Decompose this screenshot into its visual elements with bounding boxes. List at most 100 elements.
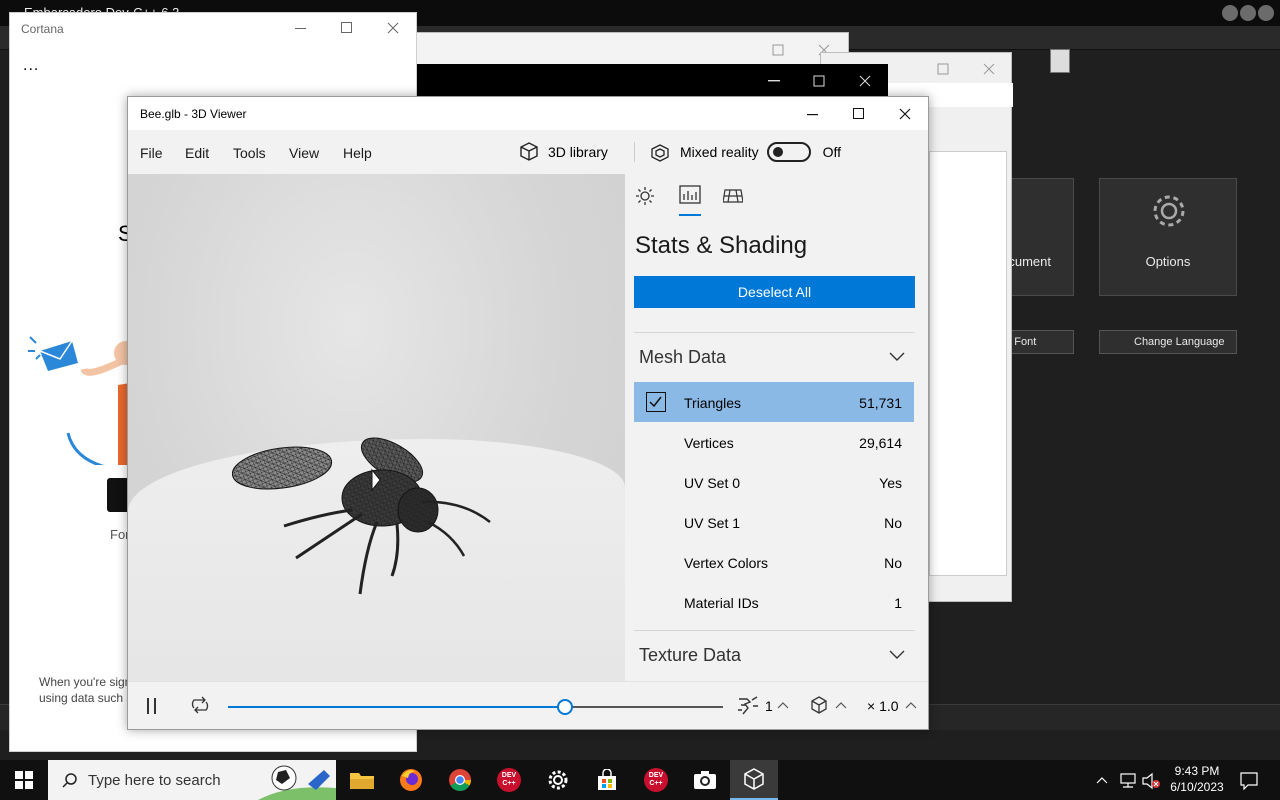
maximize-icon[interactable] (1240, 5, 1256, 21)
mixed-reality-label: Mixed reality (680, 144, 759, 160)
minimize-icon[interactable] (768, 80, 780, 82)
card-label: Options (1145, 254, 1191, 269)
stat-row-material-ids[interactable]: Material IDs 1 (634, 582, 914, 622)
3d-library-label: 3D library (548, 144, 608, 160)
stat-key: Triangles (684, 395, 742, 411)
chevron-down-icon[interactable] (889, 352, 905, 362)
maximize-icon[interactable] (937, 63, 949, 75)
mesh-data-header[interactable]: Mesh Data (639, 347, 726, 368)
start-button[interactable] (0, 760, 48, 800)
stat-row-vertex-colors[interactable]: Vertex Colors No (634, 542, 914, 582)
close-button[interactable] (882, 97, 928, 130)
texture-data-header[interactable]: Texture Data (639, 645, 741, 666)
3d-viewer-window: Bee.glb - 3D Viewer File Edit Tools View… (127, 96, 929, 730)
model-cube-icon[interactable] (809, 695, 829, 715)
minimize-button[interactable] (278, 13, 324, 43)
search-placeholder: Type here to search (88, 772, 221, 789)
menu-edit[interactable]: Edit (185, 145, 209, 161)
bee-model[interactable] (232, 430, 494, 598)
3d-viewer-taskbar-icon[interactable] (730, 760, 778, 800)
combo-dropdown[interactable] (1050, 49, 1070, 73)
animation-icon[interactable] (736, 694, 760, 716)
gear-icon (1153, 195, 1185, 227)
firefox-icon[interactable] (387, 760, 435, 800)
menu-divider (634, 142, 635, 162)
chevron-up-icon[interactable] (777, 701, 789, 709)
maximize-icon[interactable] (813, 75, 825, 87)
timeline-slider[interactable] (228, 699, 723, 715)
devcpp-taskbar-icon[interactable]: DEV C++ (485, 760, 533, 800)
minimize-button[interactable] (790, 97, 836, 130)
viewer-menubar: File Edit Tools View Help 3D library Mix… (128, 130, 928, 174)
chevron-up-icon[interactable] (905, 701, 917, 709)
taskbar: Type here to search DEV C++ DEV C++ 9:43… (0, 760, 1280, 800)
maximize-button[interactable] (836, 97, 882, 130)
search-highlight-image (258, 765, 336, 800)
3d-canvas[interactable] (128, 174, 625, 681)
cortana-illustration (28, 336, 130, 465)
stats-icon[interactable] (679, 185, 701, 205)
notification-icon[interactable] (1240, 772, 1258, 790)
playback-speed[interactable]: × 1.0 (867, 698, 899, 714)
lighting-icon[interactable] (635, 186, 655, 206)
minimize-icon (807, 113, 818, 115)
pause-icon[interactable] (146, 698, 158, 714)
menu-help[interactable]: Help (343, 145, 372, 161)
more-options-button[interactable]: ... (23, 57, 39, 75)
chevron-down-icon[interactable] (889, 650, 905, 660)
stat-row-vertices[interactable]: Vertices 29,614 (634, 422, 914, 462)
menu-view[interactable]: View (289, 145, 319, 161)
clock-time: 9:43 PM (1174, 764, 1220, 778)
close-button[interactable] (370, 13, 416, 43)
close-icon (899, 108, 911, 119)
volume-muted-icon[interactable] (1141, 772, 1161, 790)
stat-row-uv-set-0[interactable]: UV Set 0 Yes (634, 462, 914, 502)
file-explorer-icon[interactable] (338, 760, 386, 800)
stat-key: UV Set 1 (684, 515, 741, 531)
folder-icon (350, 773, 374, 789)
content-area (929, 151, 1007, 576)
checkbox[interactable] (646, 392, 666, 412)
maximize-button[interactable] (324, 13, 370, 43)
maximize-icon[interactable] (772, 44, 784, 56)
3d-library-button[interactable]: 3D library (518, 138, 608, 166)
stat-row-uv-set-1[interactable]: UV Set 1 No (634, 502, 914, 542)
maximize-icon (341, 22, 352, 33)
minimize-icon[interactable] (1222, 5, 1238, 21)
sign-in-button[interactable] (107, 478, 129, 512)
mixed-reality-icon (651, 144, 669, 162)
grid-icon[interactable] (723, 186, 743, 206)
chevron-up-icon[interactable] (835, 701, 847, 709)
loop-icon[interactable] (190, 696, 210, 714)
network-icon[interactable] (1118, 772, 1138, 790)
camera-icon[interactable] (681, 760, 729, 800)
settings-icon[interactable] (534, 760, 582, 800)
search-box[interactable]: Type here to search (48, 760, 336, 800)
close-icon[interactable] (859, 75, 871, 87)
timeline-thumb[interactable] (556, 699, 573, 715)
stat-key: UV Set 0 (684, 475, 741, 491)
close-icon[interactable] (1258, 5, 1274, 21)
change-language-button[interactable]: Change Language (1099, 330, 1237, 354)
chrome-icon[interactable] (436, 760, 484, 800)
devcpp-taskbar-icon-2[interactable]: DEV C++ (632, 760, 680, 800)
menu-tools[interactable]: Tools (233, 145, 266, 161)
button-label: Change Language (1134, 336, 1225, 348)
cortana-title: Cortana (21, 22, 64, 36)
clock[interactable]: 9:43 PM 6/10/2023 (1166, 763, 1228, 795)
options-card[interactable]: Options (1099, 178, 1237, 296)
toggle-state: Off (822, 144, 842, 160)
playback-bar: 1 × 1.0 (128, 681, 928, 729)
chevron-up-icon[interactable] (1096, 776, 1108, 784)
deselect-all-button[interactable]: Deselect All (634, 276, 915, 308)
stat-row-triangles[interactable]: Triangles 51,731 (634, 382, 914, 422)
search-icon (62, 773, 77, 788)
menu-file[interactable]: File (140, 145, 163, 161)
mixed-reality-toggle[interactable]: Mixed reality Off (650, 138, 841, 166)
stat-value: Yes (879, 475, 902, 491)
close-icon[interactable] (983, 63, 995, 75)
chrome-logo-icon (449, 769, 471, 791)
viewer-titlebar: Bee.glb - 3D Viewer (128, 97, 928, 130)
toggle-switch[interactable] (766, 142, 811, 162)
store-icon[interactable] (583, 760, 631, 800)
